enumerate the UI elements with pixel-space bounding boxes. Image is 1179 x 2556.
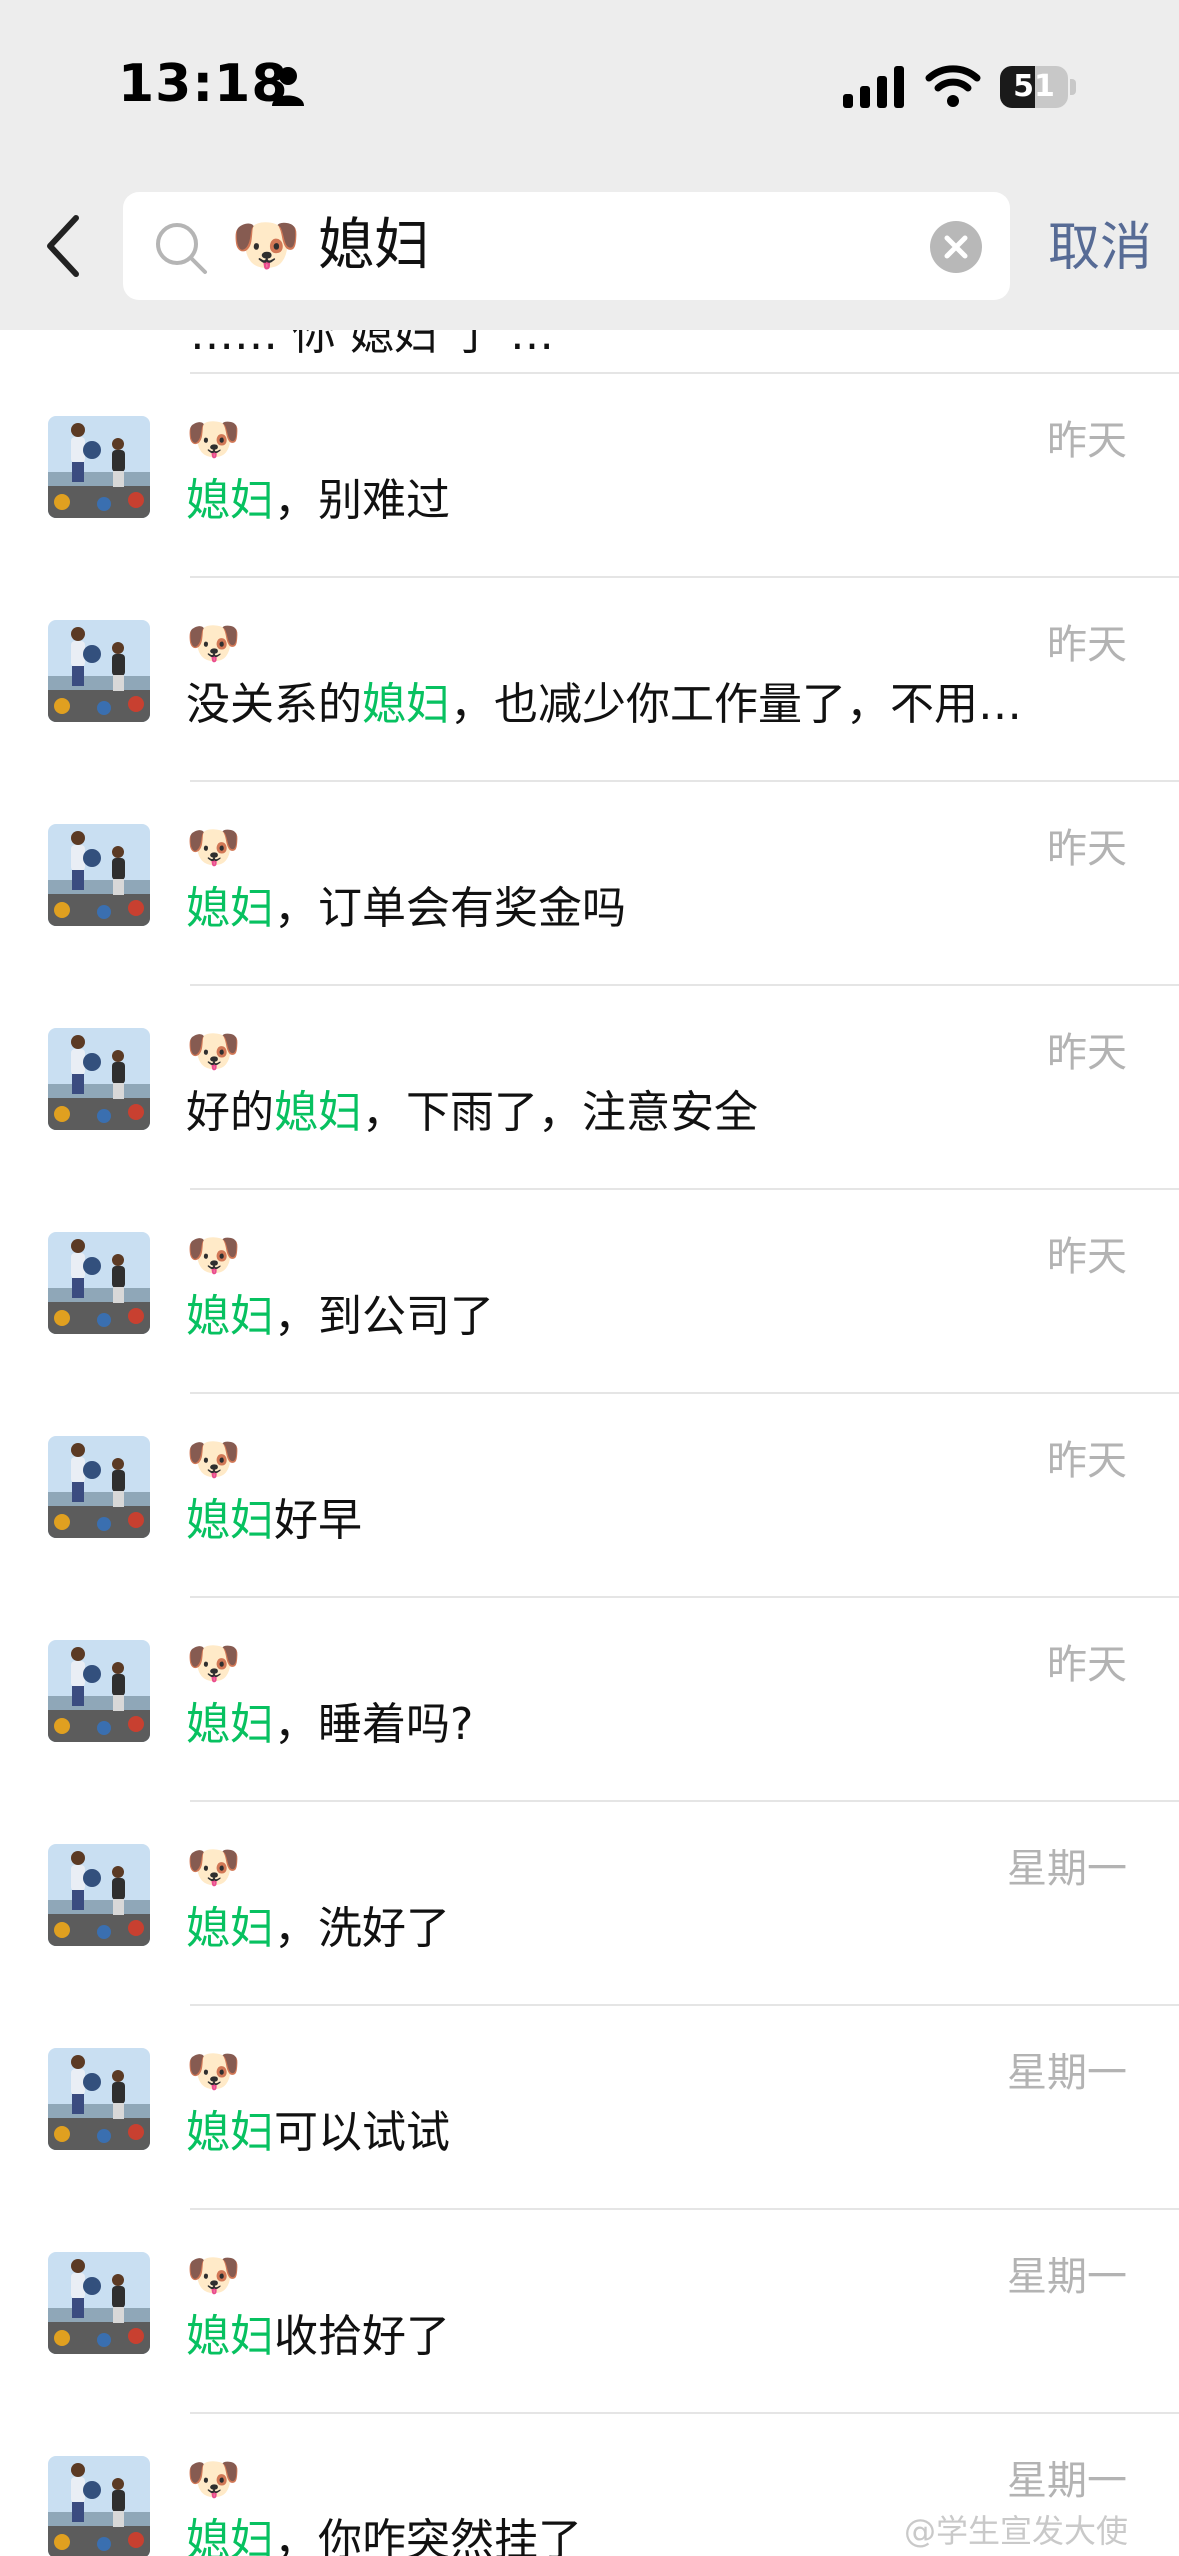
snippet-highlight: 媳妇 xyxy=(186,1699,274,1750)
snippet-after: ，别难过 xyxy=(274,475,450,526)
snippet-highlight: 媳妇 xyxy=(274,1087,362,1138)
wifi-icon xyxy=(925,65,981,107)
battery-cap xyxy=(1070,79,1076,95)
message-snippet: 媳妇，订单会有奖金吗 xyxy=(186,880,1086,938)
snippet-after: ，到公司了 xyxy=(274,1291,494,1342)
snippet-after: 好早 xyxy=(274,1495,362,1546)
avatar xyxy=(48,1028,150,1130)
message-date: 昨天 xyxy=(1047,826,1127,872)
result-row[interactable]: 🐶 昨天媳妇，别难过 xyxy=(0,374,1179,578)
result-row[interactable]: 🐶 昨天媳妇，到公司了 xyxy=(0,1190,1179,1394)
message-date: 昨天 xyxy=(1047,1030,1127,1076)
status-bar: 13:18 51 xyxy=(0,0,1179,170)
message-date: 昨天 xyxy=(1047,418,1127,464)
result-row[interactable]: 🐶 昨天媳妇，订单会有奖金吗 xyxy=(0,782,1179,986)
snippet-after: ，睡着吗? xyxy=(274,1699,474,1750)
search-header: 13:18 51 🐶 媳妇 取消 xyxy=(0,0,1179,330)
search-input[interactable]: 🐶 媳妇 xyxy=(123,192,1010,300)
snippet-highlight: 媳妇 xyxy=(186,2107,274,2158)
query-text: 媳妇 xyxy=(318,213,430,278)
snippet-after: ，也减少你工作量了，不用… xyxy=(450,679,1022,730)
message-date: 昨天 xyxy=(1047,1642,1127,1688)
sender-name: 🐶 xyxy=(186,2046,241,2097)
battery-body: 51 xyxy=(1000,66,1068,108)
message-date: 昨天 xyxy=(1047,1234,1127,1280)
message-snippet: 媳妇，睡着吗? xyxy=(186,1696,1086,1754)
battery-percent: 51 xyxy=(1013,69,1055,104)
cancel-button[interactable]: 取消 xyxy=(1048,218,1152,278)
result-row[interactable]: 🐶 昨天媳妇好早 xyxy=(0,1394,1179,1598)
snippet-after: ，订单会有奖金吗 xyxy=(274,883,626,934)
partial-result-row[interactable]: …… 你 媳妇 了 … xyxy=(190,330,1179,372)
message-snippet: 没关系的媳妇，也减少你工作量了，不用… xyxy=(186,676,1086,734)
avatar xyxy=(48,1232,150,1334)
snippet-after: ，你咋突然挂了 xyxy=(274,2515,582,2556)
back-arrow-icon[interactable] xyxy=(42,212,86,280)
message-snippet: 好的媳妇，下雨了，注意安全 xyxy=(186,1084,1086,1142)
avatar xyxy=(48,2456,150,2556)
sender-name: 🐶 xyxy=(186,1230,241,1281)
battery-indicator: 51 xyxy=(1000,66,1076,108)
sender-name: 🐶 xyxy=(186,1026,241,1077)
avatar xyxy=(48,2252,150,2354)
message-date: 昨天 xyxy=(1047,1438,1127,1484)
result-row[interactable]: 🐶 星期一媳妇可以试试 xyxy=(0,2006,1179,2210)
snippet-highlight: 媳妇 xyxy=(186,883,274,934)
message-snippet: 媳妇好早 xyxy=(186,1492,1086,1550)
message-snippet: 媳妇，别难过 xyxy=(186,472,1086,530)
snippet-highlight: 媳妇 xyxy=(186,1903,274,1954)
query-emoji: 🐶 xyxy=(231,213,301,278)
watermark: @学生宣发大使 xyxy=(904,2512,1129,2550)
sender-name: 🐶 xyxy=(186,2250,241,2301)
sender-name: 🐶 xyxy=(186,822,241,873)
sender-name: 🐶 xyxy=(186,2454,241,2505)
snippet-before: 好的 xyxy=(186,1087,274,1138)
snippet-highlight: 媳妇 xyxy=(362,679,450,730)
message-date: 星期一 xyxy=(1007,2254,1127,2300)
message-date: 星期一 xyxy=(1007,2050,1127,2096)
clear-icon[interactable] xyxy=(930,221,982,273)
sender-name: 🐶 xyxy=(186,1842,241,1893)
snippet-highlight: 媳妇 xyxy=(186,2311,274,2362)
avatar xyxy=(48,1640,150,1742)
snippet-after: ，下雨了，注意安全 xyxy=(362,1087,758,1138)
result-row[interactable]: 🐶 星期一媳妇，洗好了 xyxy=(0,1802,1179,2006)
message-date: 昨天 xyxy=(1047,622,1127,668)
message-snippet: 媳妇可以试试 xyxy=(186,2104,1086,2162)
result-row[interactable]: 🐶 昨天好的媳妇，下雨了，注意安全 xyxy=(0,986,1179,1190)
cellular-signal-icon xyxy=(843,66,904,108)
message-snippet: 媳妇，洗好了 xyxy=(186,1900,1086,1958)
snippet-highlight: 媳妇 xyxy=(186,1291,274,1342)
avatar xyxy=(48,824,150,926)
avatar xyxy=(48,1436,150,1538)
sender-name: 🐶 xyxy=(186,618,241,669)
search-results-list[interactable]: …… 你 媳妇 了 … 🐶 昨天 媳妇，别难过 🐶 昨天 没关系的媳妇，也减少你工作量了… xyxy=(0,330,1179,2556)
snippet-after: ，洗好了 xyxy=(274,1903,450,1954)
result-row[interactable]: 🐶 昨天没关系的媳妇，也减少你工作量了，不用… xyxy=(0,578,1179,782)
snippet-after: 可以试试 xyxy=(274,2107,450,2158)
person-icon xyxy=(272,67,304,106)
partial-result-text: …… 你 媳妇 了 … xyxy=(190,330,554,360)
sender-name: 🐶 xyxy=(186,1638,241,1689)
avatar xyxy=(48,2048,150,2150)
search-icon xyxy=(156,223,207,274)
avatar xyxy=(48,1844,150,1946)
snippet-after: 收拾好了 xyxy=(274,2311,450,2362)
snippet-highlight: 媳妇 xyxy=(186,475,274,526)
avatar xyxy=(48,416,150,518)
message-date: 星期一 xyxy=(1007,1846,1127,1892)
result-row[interactable]: 🐶 星期一媳妇收拾好了 xyxy=(0,2210,1179,2414)
snippet-before: 没关系的 xyxy=(186,679,362,730)
snippet-highlight: 媳妇 xyxy=(186,2515,274,2556)
snippet-highlight: 媳妇 xyxy=(186,1495,274,1546)
status-time: 13:18 xyxy=(118,54,289,114)
message-date: 星期一 xyxy=(1007,2458,1127,2504)
sender-name: 🐶 xyxy=(186,414,241,465)
message-snippet: 媳妇收拾好了 xyxy=(186,2308,1086,2366)
sender-name: 🐶 xyxy=(186,1434,241,1485)
message-snippet: 媳妇，到公司了 xyxy=(186,1288,1086,1346)
result-row[interactable]: 🐶 昨天媳妇，睡着吗? xyxy=(0,1598,1179,1802)
avatar xyxy=(48,620,150,722)
